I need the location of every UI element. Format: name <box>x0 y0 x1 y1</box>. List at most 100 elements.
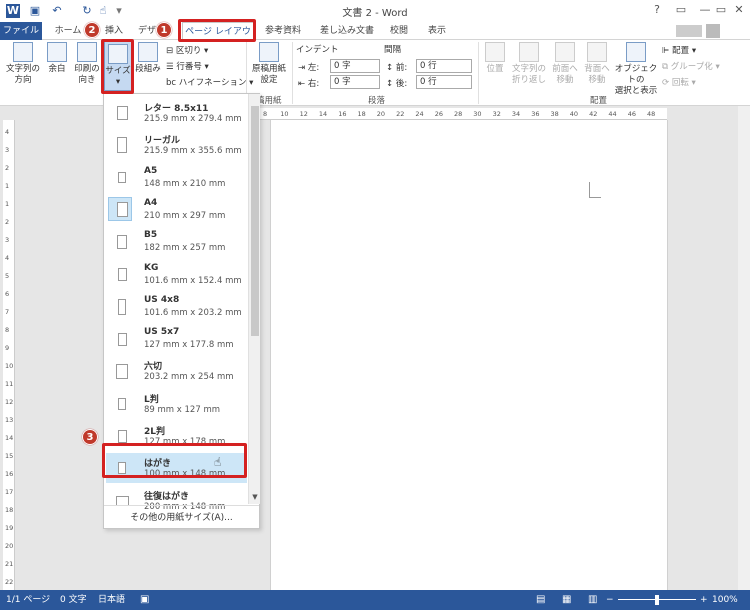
size-name: 往復はがき <box>144 491 190 502</box>
document-scrollbar[interactable] <box>738 106 750 590</box>
tab-review[interactable]: 校閲 <box>384 22 414 40</box>
size-menu-item[interactable]: 六切 203.2 mm x 254 mm <box>106 356 247 386</box>
genko-paper-icon <box>259 42 279 62</box>
text-direction-button[interactable]: 文字列の 方向 <box>4 42 42 86</box>
spacing-after-input[interactable]: 0 行 <box>416 75 472 89</box>
menu-scroll-thumb[interactable] <box>251 106 259 336</box>
hyphenation-button[interactable]: bc ハイフネーション ▾ <box>166 76 253 88</box>
rotate-button[interactable]: ⟳ 回転 ▾ <box>662 76 696 88</box>
ruler-tick-label: 36 <box>531 110 540 118</box>
print-layout-icon[interactable]: ▦ <box>562 590 571 610</box>
ribbon-display-button[interactable]: ▭ <box>670 2 692 18</box>
ruler-tick-label: 48 <box>647 110 656 118</box>
ruler-tick-label: 22 <box>396 110 405 118</box>
ruler-tick-label: 1 <box>5 182 10 190</box>
indent-right-label: ⇤ 右: <box>298 79 320 89</box>
size-dimensions: 210 mm x 297 mm <box>144 210 226 221</box>
tab-mailings[interactable]: 差し込み文書 <box>316 22 378 40</box>
ruler-tick-label: 38 <box>550 110 559 118</box>
window-title: 文書 2 - Word <box>342 8 408 19</box>
orientation-button[interactable]: 印刷の 向き <box>72 42 102 86</box>
bring-forward-button[interactable]: 前面へ 移動 <box>550 42 580 86</box>
position-button[interactable]: 位置 <box>482 42 508 75</box>
size-name: 六切 <box>144 362 163 373</box>
zoom-level[interactable]: 100% <box>712 590 738 610</box>
spacing-before-input[interactable]: 0 行 <box>416 59 472 73</box>
tab-view[interactable]: 表示 <box>422 22 452 40</box>
account-name[interactable] <box>676 25 702 37</box>
wrap-text-button[interactable]: 文字列の 折り返し <box>510 42 548 86</box>
size-name: B5 <box>144 230 158 241</box>
zoom-slider-handle[interactable] <box>655 595 659 605</box>
zoom-out-icon[interactable]: − <box>606 590 614 610</box>
menu-scrollbar[interactable]: ▼ <box>248 94 260 504</box>
size-dimensions: 101.6 mm x 203.2 mm <box>144 307 242 318</box>
web-layout-icon[interactable]: ▥ <box>588 590 597 610</box>
tab-insert[interactable]: 挿入 <box>94 22 134 40</box>
ribbon-tabs: ファイル ホーム 挿入 デザ ページ レイアウト 参考資料 差し込み文書 校閲 … <box>0 22 750 55</box>
size-menu-item[interactable]: L判 89 mm x 127 mm <box>106 389 247 419</box>
size-menu-item[interactable]: A5 148 mm x 210 mm <box>106 163 247 193</box>
size-menu-item[interactable]: B5 182 mm x 257 mm <box>106 227 247 257</box>
more-paper-sizes-button[interactable]: その他の用紙サイズ(A)... <box>104 505 259 529</box>
genko-settings-button[interactable]: 原稿用紙 設定 <box>250 42 288 86</box>
size-dimensions: 203.2 mm x 254 mm <box>144 372 234 383</box>
columns-button[interactable]: 段組み <box>134 42 162 75</box>
ruler-tick-label: 4 <box>5 128 10 136</box>
size-dimensions: 127 mm x 177.8 mm <box>144 340 234 351</box>
indent-left-label: ⇥ 左: <box>298 63 320 73</box>
ruler-tick-label: 10 <box>280 110 289 118</box>
ruler-tick-label: 16 <box>338 110 347 118</box>
step-badge-3: 3 <box>82 429 98 445</box>
ruler-tick-label: 3 <box>5 146 10 154</box>
send-backward-button[interactable]: 背面へ 移動 <box>582 42 612 86</box>
tab-references[interactable]: 参考資料 <box>258 22 308 40</box>
document-page[interactable] <box>270 120 668 590</box>
size-menu-item[interactable]: レター 8.5x11 215.9 mm x 279.4 mm <box>106 98 247 128</box>
help-button[interactable]: ? <box>646 2 668 18</box>
size-dimensions: 148 mm x 210 mm <box>144 178 226 189</box>
size-menu-item[interactable]: US 5x7 127 mm x 177.8 mm <box>106 324 247 354</box>
close-button[interactable]: ✕ <box>728 2 750 18</box>
ruler-tick-label: 12 <box>5 398 14 406</box>
size-menu-item[interactable]: A4 210 mm x 297 mm <box>106 195 247 225</box>
indent-right-input[interactable]: 0 字 <box>330 75 380 89</box>
tab-home[interactable]: ホーム <box>48 22 88 40</box>
paper-size-icon <box>117 429 127 443</box>
macro-record-icon[interactable]: ▣ <box>140 590 149 610</box>
zoom-in-icon[interactable]: + <box>700 590 708 610</box>
avatar[interactable] <box>706 24 720 38</box>
word-count[interactable]: 0 文字 <box>60 590 87 610</box>
ruler-tick-label: 26 <box>434 110 443 118</box>
ruler-tick-label: 14 <box>5 434 14 442</box>
selection-pane-button[interactable]: オブジェクトの 選択と表示 <box>612 42 660 97</box>
horizontal-ruler[interactable]: 8 10 12 14 16 18 20 22 24 26 28 30 32 34 36 38 40 42 44 46 4… <box>257 108 667 120</box>
indent-left-input[interactable]: 0 字 <box>330 59 380 73</box>
ruler-tick-label: 34 <box>511 110 521 118</box>
paper-size-icon <box>118 298 126 315</box>
language[interactable]: 日本語 <box>98 590 125 610</box>
ruler-tick-label: 18 <box>357 110 366 118</box>
paper-size-icon <box>117 268 127 281</box>
margins-button[interactable]: 余白 <box>44 42 70 75</box>
ruler-tick-label: 32 <box>492 110 501 118</box>
size-menu-item[interactable]: KG 101.6 mm x 152.4 mm <box>106 260 247 290</box>
size-name: US 4x8 <box>144 294 180 305</box>
page-count[interactable]: 1/1 ページ <box>6 590 50 610</box>
ruler-tick-label: 11 <box>5 380 14 388</box>
vertical-ruler[interactable]: 4 3 2 1 1 2 3 4 5 6 7 8 9 10 11 12 13 14 15 16 17 18 19 20 21 22 <box>3 120 15 590</box>
ruler-tick-label: 1 <box>5 200 10 208</box>
ruler-tick-label: 18 <box>5 506 14 514</box>
read-mode-icon[interactable]: ▤ <box>536 590 545 610</box>
tab-file[interactable]: ファイル <box>0 22 42 40</box>
size-name: L判 <box>144 394 159 405</box>
size-menu-item[interactable]: US 4x8 101.6 mm x 203.2 mm <box>106 292 247 322</box>
group-button[interactable]: ⧉ グループ化 ▾ <box>662 60 720 72</box>
breaks-button[interactable]: ⊟ 区切り ▾ <box>166 44 208 56</box>
align-button[interactable]: ⊫ 配置 ▾ <box>662 44 696 56</box>
size-name: レター 8.5x11 <box>144 104 209 114</box>
scroll-down-icon[interactable]: ▼ <box>250 492 260 502</box>
line-numbers-button[interactable]: ☰ 行番号 ▾ <box>166 60 209 72</box>
size-menu-item[interactable]: リーガル 215.9 mm x 355.6 mm <box>106 130 247 160</box>
size-name: KG <box>144 262 159 273</box>
